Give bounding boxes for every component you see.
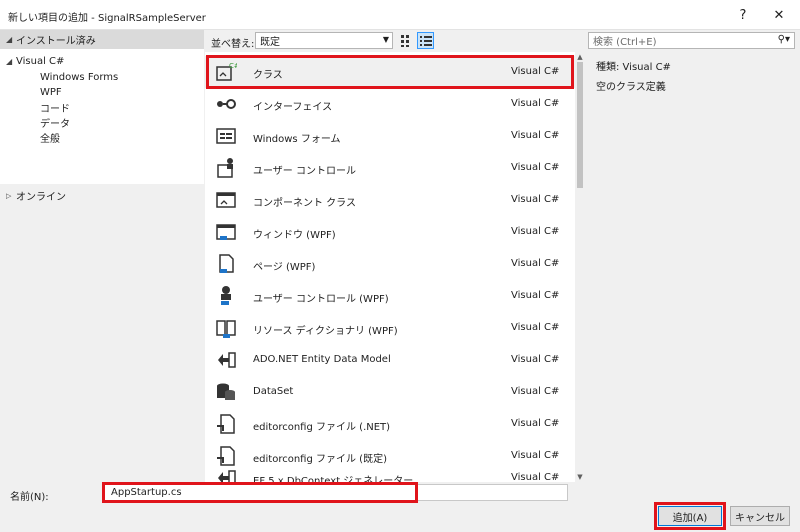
item-language: Visual C# [511,472,560,482]
item-name: ウィンドウ (WPF) [253,230,336,241]
item-language: Visual C# [511,226,560,237]
item-name: editorconfig ファイル (.NET) [253,422,391,433]
wpf-window-icon [213,221,239,243]
list-item[interactable]: Windows フォーム Visual C# [205,120,575,152]
item-description: 空のクラス定義 [596,82,666,93]
template-tree: ◢ Visual C# Windows Forms WPF コード データ 全般 [0,49,204,184]
item-language: Visual C# [511,258,560,269]
item-name: ユーザー コントロール (WPF) [253,294,389,305]
ef-generator-icon [213,467,239,482]
close-button[interactable]: ✕ [762,3,796,27]
scroll-down-icon[interactable]: ▼ [575,472,585,482]
add-button-highlight [654,502,726,530]
editorconfig-icon [213,413,239,435]
list-item[interactable]: ユーザー コントロール Visual C# [205,152,575,184]
help-button[interactable]: ? [726,3,760,27]
grid-view-icon[interactable] [398,32,415,49]
item-language: Visual C# [511,162,560,173]
item-language: Visual C# [511,450,560,461]
name-input-highlight [102,482,418,503]
component-class-icon [213,189,239,211]
item-info-panel: 種類: Visual C# 空のクラス定義 [588,52,795,482]
windows-form-icon [213,125,239,147]
list-item[interactable]: ユーザー コントロール (WPF) Visual C# [205,280,575,312]
list-item[interactable]: ページ (WPF) Visual C# [205,248,575,280]
scrollbar-thumb[interactable] [577,62,583,188]
name-label: 名前(N): [10,492,49,503]
search-icon[interactable]: ⚲▾ [778,34,790,45]
list-item[interactable]: EF 5.x DbContext ジェネレーター Visual C# [205,462,575,482]
tree-item-data[interactable]: データ [40,115,70,130]
collapse-triangle-icon: ◢ [6,35,13,44]
list-item[interactable]: ADO.NET Entity Data Model Visual C# [205,344,575,376]
sort-toolbar: 並べ替え: 既定 ▼ [205,30,585,52]
interface-icon [213,93,239,115]
list-item[interactable]: editorconfig ファイル (.NET) Visual C# [205,408,575,440]
item-name: コンポーネント クラス [253,198,356,209]
title-bar: 新しい項目の追加 - SignalRSampleServer ? ✕ [0,0,800,30]
template-tree-panel: ◢ インストール済み ◢ Visual C# Windows Forms WPF… [0,30,204,482]
item-name: ADO.NET Entity Data Model [253,354,391,365]
list-item[interactable]: インターフェイス Visual C# [205,88,575,120]
tree-item-windows-forms[interactable]: Windows Forms [40,70,118,84]
installed-header-label: インストール済み [16,36,96,47]
expand-triangle-icon: ◢ [6,56,13,66]
search-box[interactable]: 検索 (Ctrl+E) ⚲▾ [588,32,795,49]
template-list: C# クラス Visual C# インターフェイス Visual C# Wind… [205,52,575,482]
dataset-icon [213,381,239,403]
window-title: 新しい項目の追加 - SignalRSampleServer [8,13,206,24]
item-name: インターフェイス [253,102,333,113]
item-name: Windows フォーム [253,134,341,145]
list-item[interactable]: DataSet Visual C# [205,376,575,408]
item-language: Visual C# [511,98,560,109]
list-item[interactable]: コンポーネント クラス Visual C# [205,184,575,216]
item-language: Visual C# [511,290,560,301]
item-name: EF 5.x DbContext ジェネレーター [253,476,414,482]
tree-item-label: オンライン [16,192,66,203]
sort-dropdown[interactable]: 既定 ▼ [255,32,393,49]
cancel-button[interactable]: キャンセル [730,506,790,526]
tree-item-general[interactable]: 全般 [40,130,60,145]
item-name: リソース ディクショナリ (WPF) [253,326,398,337]
wpf-page-icon [213,253,239,275]
sort-dropdown-value: 既定 [260,37,280,48]
scroll-up-icon[interactable]: ▲ [575,52,585,62]
chevron-down-icon: ▼ [382,35,389,44]
item-language: Visual C# [511,354,560,365]
tree-item-online[interactable]: ▷ オンライン [6,188,66,204]
sort-label: 並べ替え: [211,39,255,50]
item-type-line: 種類: Visual C# [596,62,671,73]
tree-item-code[interactable]: コード [40,100,70,115]
item-name: ページ (WPF) [253,262,316,273]
tree-item-label: Visual C# [16,55,65,67]
resource-dictionary-icon [213,317,239,339]
installed-header[interactable]: ◢ インストール済み [0,30,204,49]
item-name: DataSet [253,386,294,397]
item-language: Visual C# [511,322,560,333]
item-language: Visual C# [511,386,560,397]
list-view-icon[interactable] [417,32,434,49]
list-scrollbar[interactable]: ▲ ▼ [575,52,585,482]
selected-item-highlight [206,55,574,89]
list-item[interactable]: ウィンドウ (WPF) Visual C# [205,216,575,248]
tree-item-wpf[interactable]: WPF [40,85,62,99]
item-language: Visual C# [511,194,560,205]
user-control-icon [213,157,239,179]
item-language: Visual C# [511,130,560,141]
search-input[interactable]: 検索 (Ctrl+E) [593,33,656,48]
tree-item-visual-csharp[interactable]: ◢ Visual C# [6,54,65,68]
item-language: Visual C# [511,418,560,429]
item-name: ユーザー コントロール [253,166,356,177]
wpf-user-control-icon [213,285,239,307]
expand-triangle-icon: ▷ [6,191,12,200]
entity-model-icon [213,349,239,371]
list-item[interactable]: リソース ディクショナリ (WPF) Visual C# [205,312,575,344]
